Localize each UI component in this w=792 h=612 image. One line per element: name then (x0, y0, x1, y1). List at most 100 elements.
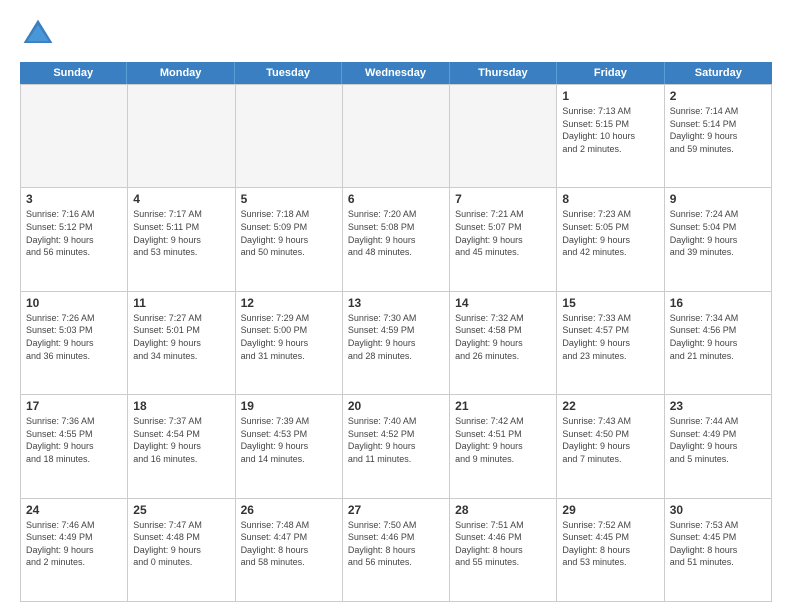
header-day-monday: Monday (127, 62, 234, 84)
day-info: Sunrise: 7:43 AM Sunset: 4:50 PM Dayligh… (562, 415, 658, 465)
day-number: 3 (26, 192, 122, 206)
calendar-cell-1-3: 6 Sunrise: 7:20 AM Sunset: 5:08 PM Daylig… (343, 188, 450, 291)
calendar-cell-3-4: 21 Sunrise: 7:42 AM Sunset: 4:51 PM Dayli… (450, 395, 557, 498)
day-number: 15 (562, 296, 658, 310)
day-number: 29 (562, 503, 658, 517)
day-number: 28 (455, 503, 551, 517)
day-info: Sunrise: 7:47 AM Sunset: 4:48 PM Dayligh… (133, 519, 229, 569)
calendar-cell-0-6: 2 Sunrise: 7:14 AM Sunset: 5:14 PM Daylig… (665, 85, 772, 188)
calendar-row-1: 3 Sunrise: 7:16 AM Sunset: 5:12 PM Daylig… (21, 188, 772, 291)
logo-icon (20, 16, 56, 52)
day-number: 21 (455, 399, 551, 413)
day-info: Sunrise: 7:21 AM Sunset: 5:07 PM Dayligh… (455, 208, 551, 258)
day-number: 14 (455, 296, 551, 310)
calendar-cell-1-0: 3 Sunrise: 7:16 AM Sunset: 5:12 PM Daylig… (21, 188, 128, 291)
day-number: 6 (348, 192, 444, 206)
day-info: Sunrise: 7:36 AM Sunset: 4:55 PM Dayligh… (26, 415, 122, 465)
calendar-cell-0-2 (236, 85, 343, 188)
calendar-row-0: 1Sunrise: 7:13 AM Sunset: 5:15 PM Daylig… (21, 85, 772, 188)
day-info: Sunrise: 7:42 AM Sunset: 4:51 PM Dayligh… (455, 415, 551, 465)
calendar-row-2: 10 Sunrise: 7:26 AM Sunset: 5:03 PM Dayli… (21, 292, 772, 395)
day-info: Sunrise: 7:51 AM Sunset: 4:46 PM Dayligh… (455, 519, 551, 569)
header-day-friday: Friday (557, 62, 664, 84)
day-info: Sunrise: 7:23 AM Sunset: 5:05 PM Dayligh… (562, 208, 658, 258)
day-info: Sunrise: 7:16 AM Sunset: 5:12 PM Dayligh… (26, 208, 122, 258)
day-info: Sunrise: 7:20 AM Sunset: 5:08 PM Dayligh… (348, 208, 444, 258)
calendar-row-4: 24 Sunrise: 7:46 AM Sunset: 4:49 PM Dayli… (21, 499, 772, 602)
day-info: Sunrise: 7:33 AM Sunset: 4:57 PM Dayligh… (562, 312, 658, 362)
day-number: 25 (133, 503, 229, 517)
day-info: Sunrise: 7:32 AM Sunset: 4:58 PM Dayligh… (455, 312, 551, 362)
day-info: Sunrise: 7:39 AM Sunset: 4:53 PM Dayligh… (241, 415, 337, 465)
calendar-cell-4-3: 27 Sunrise: 7:50 AM Sunset: 4:46 PM Dayli… (343, 499, 450, 602)
calendar-cell-2-1: 11Sunrise: 7:27 AM Sunset: 5:01 PM Dayli… (128, 292, 235, 395)
calendar-cell-2-3: 13 Sunrise: 7:30 AM Sunset: 4:59 PM Dayli… (343, 292, 450, 395)
calendar-cell-3-6: 23 Sunrise: 7:44 AM Sunset: 4:49 PM Dayli… (665, 395, 772, 498)
day-info: Sunrise: 7:44 AM Sunset: 4:49 PM Dayligh… (670, 415, 766, 465)
day-info: Sunrise: 7:37 AM Sunset: 4:54 PM Dayligh… (133, 415, 229, 465)
day-number: 8 (562, 192, 658, 206)
page: SundayMondayTuesdayWednesdayThursdayFrid… (0, 0, 792, 612)
day-info: Sunrise: 7:53 AM Sunset: 4:45 PM Dayligh… (670, 519, 766, 569)
day-number: 30 (670, 503, 766, 517)
day-number: 13 (348, 296, 444, 310)
day-number: 19 (241, 399, 337, 413)
day-info: Sunrise: 7:29 AM Sunset: 5:00 PM Dayligh… (241, 312, 337, 362)
calendar-cell-4-0: 24 Sunrise: 7:46 AM Sunset: 4:49 PM Dayli… (21, 499, 128, 602)
day-number: 11 (133, 296, 229, 310)
day-number: 20 (348, 399, 444, 413)
day-info: Sunrise: 7:18 AM Sunset: 5:09 PM Dayligh… (241, 208, 337, 258)
calendar-cell-0-1 (128, 85, 235, 188)
calendar-cell-3-2: 19 Sunrise: 7:39 AM Sunset: 4:53 PM Dayli… (236, 395, 343, 498)
day-number: 27 (348, 503, 444, 517)
calendar-row-3: 17Sunrise: 7:36 AM Sunset: 4:55 PM Dayli… (21, 395, 772, 498)
day-info: Sunrise: 7:46 AM Sunset: 4:49 PM Dayligh… (26, 519, 122, 569)
day-info: Sunrise: 7:30 AM Sunset: 4:59 PM Dayligh… (348, 312, 444, 362)
calendar-header: SundayMondayTuesdayWednesdayThursdayFrid… (20, 62, 772, 84)
day-number: 9 (670, 192, 766, 206)
day-number: 26 (241, 503, 337, 517)
calendar-cell-3-5: 22 Sunrise: 7:43 AM Sunset: 4:50 PM Dayli… (557, 395, 664, 498)
calendar-cell-3-1: 18Sunrise: 7:37 AM Sunset: 4:54 PM Dayli… (128, 395, 235, 498)
header-day-sunday: Sunday (20, 62, 127, 84)
day-number: 22 (562, 399, 658, 413)
calendar-cell-0-3 (343, 85, 450, 188)
day-info: Sunrise: 7:40 AM Sunset: 4:52 PM Dayligh… (348, 415, 444, 465)
day-info: Sunrise: 7:14 AM Sunset: 5:14 PM Dayligh… (670, 105, 766, 155)
calendar-cell-0-4 (450, 85, 557, 188)
day-number: 16 (670, 296, 766, 310)
calendar-cell-1-2: 5 Sunrise: 7:18 AM Sunset: 5:09 PM Daylig… (236, 188, 343, 291)
day-number: 10 (26, 296, 122, 310)
day-info: Sunrise: 7:52 AM Sunset: 4:45 PM Dayligh… (562, 519, 658, 569)
day-number: 1 (562, 89, 658, 103)
calendar: SundayMondayTuesdayWednesdayThursdayFrid… (20, 62, 772, 602)
calendar-cell-1-5: 8 Sunrise: 7:23 AM Sunset: 5:05 PM Daylig… (557, 188, 664, 291)
day-info: Sunrise: 7:17 AM Sunset: 5:11 PM Dayligh… (133, 208, 229, 258)
day-info: Sunrise: 7:48 AM Sunset: 4:47 PM Dayligh… (241, 519, 337, 569)
header-day-saturday: Saturday (665, 62, 772, 84)
day-info: Sunrise: 7:34 AM Sunset: 4:56 PM Dayligh… (670, 312, 766, 362)
day-info: Sunrise: 7:50 AM Sunset: 4:46 PM Dayligh… (348, 519, 444, 569)
calendar-cell-2-2: 12 Sunrise: 7:29 AM Sunset: 5:00 PM Dayli… (236, 292, 343, 395)
day-number: 24 (26, 503, 122, 517)
calendar-cell-4-6: 30 Sunrise: 7:53 AM Sunset: 4:45 PM Dayli… (665, 499, 772, 602)
header-day-thursday: Thursday (450, 62, 557, 84)
day-number: 23 (670, 399, 766, 413)
day-number: 12 (241, 296, 337, 310)
calendar-cell-4-4: 28 Sunrise: 7:51 AM Sunset: 4:46 PM Dayli… (450, 499, 557, 602)
day-number: 2 (670, 89, 766, 103)
day-number: 5 (241, 192, 337, 206)
logo (20, 16, 60, 52)
calendar-cell-2-4: 14 Sunrise: 7:32 AM Sunset: 4:58 PM Dayli… (450, 292, 557, 395)
calendar-body: 1Sunrise: 7:13 AM Sunset: 5:15 PM Daylig… (20, 84, 772, 602)
calendar-cell-2-6: 16 Sunrise: 7:34 AM Sunset: 4:56 PM Dayli… (665, 292, 772, 395)
day-info: Sunrise: 7:26 AM Sunset: 5:03 PM Dayligh… (26, 312, 122, 362)
header-day-tuesday: Tuesday (235, 62, 342, 84)
calendar-cell-3-0: 17Sunrise: 7:36 AM Sunset: 4:55 PM Dayli… (21, 395, 128, 498)
calendar-cell-4-1: 25 Sunrise: 7:47 AM Sunset: 4:48 PM Dayli… (128, 499, 235, 602)
calendar-cell-4-2: 26 Sunrise: 7:48 AM Sunset: 4:47 PM Dayli… (236, 499, 343, 602)
calendar-cell-1-4: 7Sunrise: 7:21 AM Sunset: 5:07 PM Daylig… (450, 188, 557, 291)
day-info: Sunrise: 7:24 AM Sunset: 5:04 PM Dayligh… (670, 208, 766, 258)
calendar-cell-1-1: 4Sunrise: 7:17 AM Sunset: 5:11 PM Daylig… (128, 188, 235, 291)
calendar-cell-0-0 (21, 85, 128, 188)
